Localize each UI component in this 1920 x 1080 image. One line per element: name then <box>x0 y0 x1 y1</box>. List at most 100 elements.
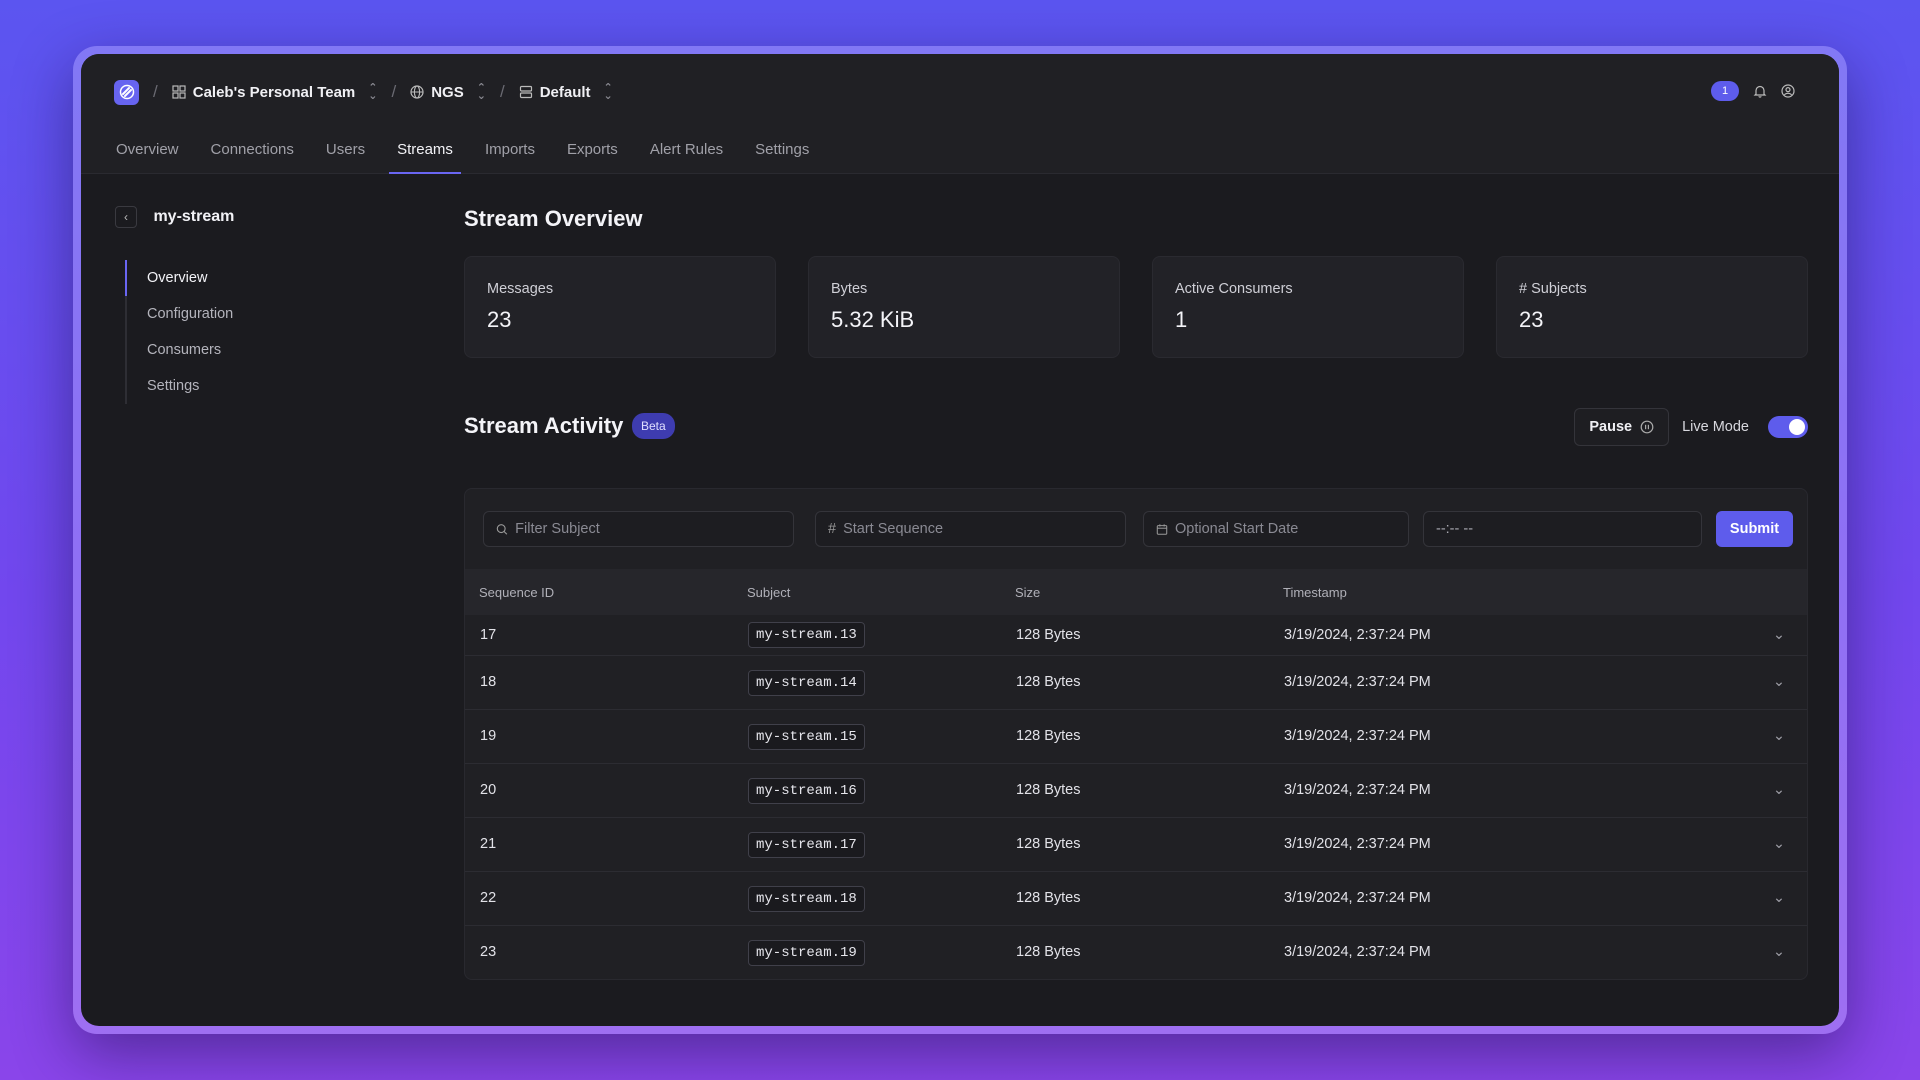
subject-tag: my-stream.15 <box>748 723 865 750</box>
column-header-sequence: Sequence ID <box>479 584 555 600</box>
activity-table-panel: # --:-- -- Submit Sequence ID Subject <box>464 488 1808 980</box>
table-row[interactable]: 19 my-stream.15 128 Bytes 3/19/2024, 2:3… <box>465 708 1807 763</box>
bell-icon[interactable] <box>1753 84 1767 98</box>
search-icon <box>496 523 508 535</box>
cell-subject: my-stream.19 <box>733 924 1001 979</box>
start-sequence-field[interactable]: # <box>815 511 1126 547</box>
column-header-timestamp: Timestamp <box>1283 584 1347 600</box>
logo-icon <box>119 84 134 100</box>
sidebar-item-overview[interactable]: Overview <box>125 260 415 296</box>
cell-sequence: 19 <box>465 708 733 763</box>
chevron-down-icon[interactable]: ⌄ <box>1747 615 1807 655</box>
app-logo[interactable] <box>114 79 139 105</box>
table-row[interactable]: 22 my-stream.18 128 Bytes 3/19/2024, 2:3… <box>465 870 1807 925</box>
header-actions: 1 <box>1711 81 1795 101</box>
submit-button[interactable]: Submit <box>1716 511 1793 547</box>
start-date-input[interactable] <box>1175 521 1408 537</box>
back-button[interactable]: ‹ <box>115 206 137 228</box>
stat-card-active-consumers: Active Consumers 1 <box>1152 256 1464 358</box>
server-icon <box>519 85 532 99</box>
column-header-size: Size <box>1015 584 1041 600</box>
start-sequence-input[interactable] <box>843 521 1125 537</box>
subject-tag: my-stream.16 <box>748 777 865 804</box>
start-time-field[interactable]: --:-- -- <box>1423 511 1702 547</box>
column-header-subject: Subject <box>747 584 791 600</box>
sidebar-item-configuration[interactable]: Configuration <box>127 296 415 332</box>
sidebar-item-consumers[interactable]: Consumers <box>127 332 415 368</box>
tab-streams[interactable]: Streams <box>381 132 469 174</box>
stat-value: 23 <box>1519 307 1544 332</box>
pause-button[interactable]: Pause <box>1574 408 1670 446</box>
stream-sidebar: ‹ my-stream Overview Configuration Consu… <box>115 206 415 404</box>
sidebar-item-settings[interactable]: Settings <box>127 368 415 404</box>
calendar-icon <box>1156 523 1168 535</box>
live-mode-toggle[interactable] <box>1768 416 1808 438</box>
account-name: Default <box>539 83 591 101</box>
breadcrumb-separator: / <box>391 82 397 101</box>
notification-count-badge[interactable]: 1 <box>1711 81 1739 101</box>
chevron-down-icon[interactable]: ⌄ <box>1747 870 1807 925</box>
stat-card-bytes: Bytes 5.32 KiB <box>808 256 1120 358</box>
chevron-down-icon[interactable]: ⌄ <box>1747 708 1807 763</box>
cell-sequence: 23 <box>465 924 733 979</box>
user-circle-icon[interactable] <box>1781 84 1795 98</box>
breadcrumb: / Caleb's Personal Team ⌃ ⌄ / NGS ⌃ ⌄ / De… <box>114 79 613 105</box>
tab-alert-rules[interactable]: Alert Rules <box>634 132 739 174</box>
cell-subject: my-stream.14 <box>733 654 1001 709</box>
filter-subject-input[interactable] <box>515 521 793 537</box>
cell-size: 128 Bytes <box>1001 924 1269 979</box>
stat-value: 1 <box>1175 307 1188 332</box>
hash-icon: # <box>828 521 837 537</box>
cell-size: 128 Bytes <box>1001 816 1269 871</box>
cell-subject: my-stream.18 <box>733 870 1001 925</box>
sidebar-nav: Overview Configuration Consumers Setting… <box>125 260 415 404</box>
activity-title: Stream Activity <box>464 413 624 438</box>
stat-card-messages: Messages 23 <box>464 256 776 358</box>
tab-exports[interactable]: Exports <box>551 132 634 174</box>
chevron-up-down-icon: ⌃ ⌄ <box>476 82 486 102</box>
tab-settings[interactable]: Settings <box>739 132 825 174</box>
cell-size: 128 Bytes <box>1001 762 1269 817</box>
chevron-down-icon[interactable]: ⌄ <box>1747 762 1807 817</box>
beta-badge: Beta <box>632 413 675 439</box>
subject-tag: my-stream.13 <box>748 622 865 649</box>
toggle-knob <box>1789 419 1805 435</box>
tab-users[interactable]: Users <box>310 132 381 174</box>
tab-connections[interactable]: Connections <box>195 132 310 174</box>
chevron-up-down-icon: ⌃ ⌄ <box>603 82 613 102</box>
cell-timestamp: 3/19/2024, 2:37:24 PM <box>1269 654 1747 709</box>
tab-imports[interactable]: Imports <box>469 132 551 174</box>
subject-tag: my-stream.18 <box>748 885 865 912</box>
account-selector[interactable]: Default ⌃ ⌄ <box>519 82 613 102</box>
stat-cards: Messages 23 Bytes 5.32 KiB Active Consum… <box>464 256 1808 358</box>
main-content: Stream Overview Messages 23 Bytes 5.32 K… <box>464 206 1808 980</box>
stat-card-subjects: # Subjects 23 <box>1496 256 1808 358</box>
team-selector[interactable]: Caleb's Personal Team ⌃ ⌄ <box>172 83 377 102</box>
stat-value: 23 <box>487 307 512 332</box>
cell-subject: my-stream.17 <box>733 816 1001 871</box>
table-row[interactable]: 23 my-stream.19 128 Bytes 3/19/2024, 2:3… <box>465 924 1807 979</box>
cell-timestamp: 3/19/2024, 2:37:24 PM <box>1269 924 1747 979</box>
chevron-left-icon: ‹ <box>124 210 128 224</box>
chevron-down-icon[interactable]: ⌄ <box>1747 924 1807 979</box>
cell-timestamp: 3/19/2024, 2:37:24 PM <box>1269 708 1747 763</box>
table-row[interactable]: 21 my-stream.17 128 Bytes 3/19/2024, 2:3… <box>465 816 1807 871</box>
table-row[interactable]: 17 my-stream.13 128 Bytes 3/19/2024, 2:3… <box>465 615 1807 655</box>
tab-overview[interactable]: Overview <box>116 132 195 174</box>
filter-subject-field[interactable] <box>483 511 794 547</box>
cell-sequence: 20 <box>465 762 733 817</box>
chevron-down-icon[interactable]: ⌄ <box>1747 654 1807 709</box>
cell-sequence: 21 <box>465 816 733 871</box>
stat-label: Messages <box>487 281 554 297</box>
chevron-down-icon[interactable]: ⌄ <box>1747 816 1807 871</box>
system-selector[interactable]: NGS ⌃ ⌄ <box>410 82 486 102</box>
table-row[interactable]: 20 my-stream.16 128 Bytes 3/19/2024, 2:3… <box>465 762 1807 817</box>
table-row[interactable]: 18 my-stream.14 128 Bytes 3/19/2024, 2:3… <box>465 654 1807 709</box>
stream-name: my-stream <box>153 208 235 225</box>
stat-label: Active Consumers <box>1175 281 1293 297</box>
subject-tag: my-stream.14 <box>748 669 865 696</box>
start-date-field[interactable] <box>1143 511 1409 547</box>
activity-header: Stream Activity Beta Pause Live Mode <box>464 408 1808 446</box>
stat-value: 5.32 KiB <box>831 307 915 332</box>
cell-timestamp: 3/19/2024, 2:37:24 PM <box>1269 870 1747 925</box>
